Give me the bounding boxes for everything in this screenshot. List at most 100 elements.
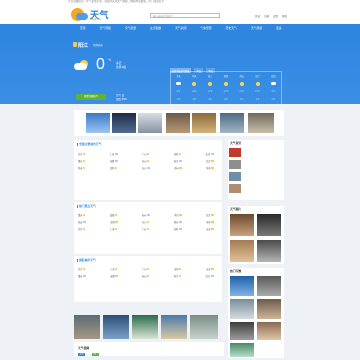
city-cell[interactable]: 上海 [110,267,118,271]
city-cell[interactable]: 深圳 [174,267,182,271]
city-cell[interactable]: 深圳 [174,152,182,156]
city-cell[interactable]: 西安 [78,166,86,170]
topic-image[interactable] [257,322,281,340]
news-thumb[interactable] [229,172,241,181]
logo-subtext: tianqi.com [90,18,102,21]
city-cell[interactable]: 天津 [206,267,214,271]
city-cell[interactable]: 天津 [206,152,214,156]
news-image[interactable] [161,315,187,339]
partly-cloudy-icon [74,60,90,70]
table-row: 西安 沈阳 长沙 郑州 济南 [78,164,214,171]
topic-image[interactable] [257,276,281,296]
photo-image[interactable] [230,240,254,262]
thumb-image[interactable] [112,113,136,133]
city-cell[interactable]: 武汉 [206,159,214,163]
city-cell[interactable]: 成都 [110,159,118,163]
city-cell[interactable]: 沈阳 [110,220,118,224]
nav-item-news[interactable]: 天气新闻 [175,24,186,32]
city-cell[interactable]: 杭州 [142,274,150,278]
city-cell[interactable]: 重庆 [78,159,86,163]
news-image[interactable] [132,315,158,339]
topic-image[interactable] [230,343,254,357]
city-cell[interactable]: 长沙 [142,166,150,170]
thumb-image[interactable] [248,113,274,133]
city-cell[interactable]: 北京 [78,267,86,271]
news-thumb[interactable] [229,160,241,169]
city-cell[interactable]: 杭州 [142,159,150,163]
city-cell[interactable]: 南京 [174,159,182,163]
settings-link[interactable]: 设置 [273,14,278,18]
nav-item-air[interactable]: 空气质量 [125,24,136,32]
city-cell[interactable]: 上海 [110,227,118,231]
register-link[interactable]: 注册 [264,14,269,18]
topic-image[interactable] [230,276,254,296]
city-cell[interactable]: 广州 [142,227,150,231]
main-nav: 首页 天气预报 空气质量 生活指数 天气新闻 气象预警 历史天气 天气视频 更多 [0,24,360,32]
current-temperature: 0 [96,56,105,73]
nav-item-more[interactable]: 更多 [276,24,282,32]
sunny-icon [208,82,213,86]
city-cell[interactable]: 长沙 [142,220,150,224]
city-cell[interactable]: 南京 [174,213,182,217]
city-cell[interactable]: 济南 [206,220,214,224]
city-cell[interactable]: 武汉 [206,213,214,217]
login-link[interactable]: 登录 [255,14,260,18]
city-cell[interactable]: 广州 [142,152,150,156]
city-cell[interactable]: 郑州 [174,166,182,170]
city-cell[interactable]: 成都 [110,213,118,217]
hot-chip[interactable]: 热门 [92,353,100,356]
city-cell[interactable]: 广州 [142,267,150,271]
thumb-image[interactable] [86,113,110,133]
nav-item-forecast[interactable]: 天气预报 [100,24,111,32]
city-cell[interactable]: 北京 [78,152,86,156]
detail-weather-button[interactable]: 查看详细天气 [76,94,106,100]
thumb-image[interactable] [166,113,190,133]
nav-item-history[interactable]: 历史天气 [226,24,237,32]
city-cell[interactable]: 沈阳 [110,166,118,170]
topic-image[interactable] [257,299,281,319]
city-cell[interactable]: 西安 [78,220,86,224]
news-thumb[interactable] [229,148,241,157]
intl-grid: 北京 上海 广州 深圳 天津 重庆 成都 杭州 南京 武汉 [78,265,214,279]
city-cell[interactable]: 深圳 [174,227,182,231]
thumb-image[interactable] [220,113,244,133]
photo-image[interactable] [257,214,281,236]
search-input[interactable]: 输入城市名查天气 [150,13,220,18]
humidity-text: 湿度 65% [116,97,127,101]
city-cell[interactable]: 重庆 [78,274,86,278]
forecast-icons-row [172,82,280,87]
photo-image[interactable] [257,240,281,262]
city-cell[interactable]: 济南 [206,166,214,170]
news-thumb[interactable] [229,184,241,193]
help-link[interactable]: 帮助 [282,14,287,18]
more-chip[interactable]: 更多 [78,353,86,356]
topic-image[interactable] [230,299,254,319]
city-cell[interactable]: 南京 [174,274,182,278]
photo-image[interactable] [230,214,254,236]
city-cell[interactable]: 武汉 [206,274,214,278]
city-cell[interactable]: 杭州 [142,213,150,217]
nav-item-warning[interactable]: 气象预警 [200,24,211,32]
news-image[interactable] [190,315,218,339]
topic-image[interactable] [230,322,254,340]
forecast-low: 5℃ [239,99,244,101]
switch-city-link[interactable]: 切换城市 [93,43,103,47]
city-cell[interactable]: 郑州 [174,220,182,224]
thumb-image[interactable] [138,113,162,133]
site-logo[interactable]: 天气 tianqi.com [71,7,111,23]
news-image[interactable] [103,315,129,339]
nav-item-video[interactable]: 天气视频 [251,24,262,32]
city-cell[interactable]: 天津 [206,227,214,231]
nav-item-home[interactable]: 首页 [80,24,86,32]
forecast-day: 周六 [255,76,260,78]
news-image[interactable] [74,315,100,339]
city-cell[interactable]: 重庆 [78,213,86,217]
nav-item-life[interactable]: 生活指数 [150,24,161,32]
city-cell[interactable]: 上海 [110,152,118,156]
city-cell[interactable]: 成都 [110,274,118,278]
forecast-lows-row: 2℃ 3℃ 4℃ 4℃ 5℃ 3℃ 2℃ [172,98,280,101]
forecast-low: 4℃ [208,99,212,101]
city-cell[interactable]: 北京 [78,227,86,231]
current-condition: 多云 北风1级 [116,61,126,69]
thumb-image[interactable] [192,113,216,133]
